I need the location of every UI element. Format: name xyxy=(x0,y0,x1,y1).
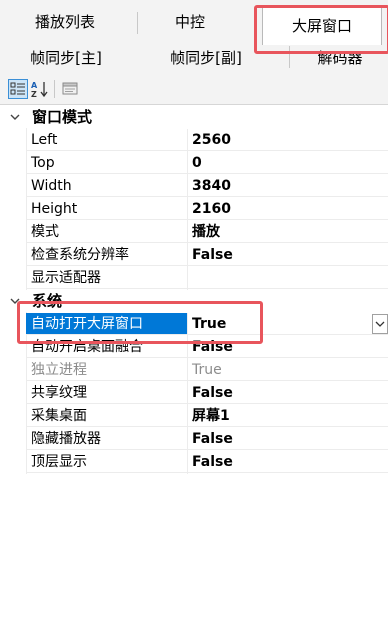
property-name: Left xyxy=(26,129,187,151)
property-value: True xyxy=(188,359,388,381)
property-value[interactable]: False xyxy=(188,244,388,266)
property-name: 采集桌面 xyxy=(26,405,187,427)
tab-big-screen-window[interactable]: 大屏窗口 xyxy=(262,6,382,45)
property-row-independent-process[interactable]: 独立进程 True xyxy=(0,359,388,382)
tab-row-2: 帧同步[主] 帧同步[副] 解码器 xyxy=(0,44,388,74)
property-row-height[interactable]: Height 2160 xyxy=(0,198,388,221)
property-row-auto-desktop-blend[interactable]: 自动开启桌面融合 False xyxy=(0,336,388,359)
property-name: 独立进程 xyxy=(26,359,187,381)
property-value[interactable]: False xyxy=(188,451,388,473)
property-value[interactable]: False xyxy=(188,336,388,358)
property-row-check-resolution[interactable]: 检查系统分辨率 False xyxy=(0,244,388,267)
property-grid: 窗口模式 Left 2560 Top 0 Width 3840 Height 2… xyxy=(0,106,388,625)
property-value[interactable]: 0 xyxy=(188,152,388,174)
svg-text:Z: Z xyxy=(31,90,37,99)
category-label: 窗口模式 xyxy=(32,108,93,126)
property-name: 隐藏播放器 xyxy=(26,428,187,450)
property-value[interactable]: 2560 xyxy=(188,129,388,151)
property-value[interactable]: 3840 xyxy=(188,175,388,197)
chevron-down-icon[interactable] xyxy=(9,111,21,123)
property-grid-toolbar: A Z xyxy=(0,74,388,105)
alphabetical-sort-icon: A Z xyxy=(31,81,48,99)
property-name: 自动开启桌面融合 xyxy=(26,336,187,358)
tab-separator xyxy=(137,12,138,34)
property-name: 顶层显示 xyxy=(26,451,187,473)
property-name: 自动打开大屏窗口 xyxy=(26,313,187,335)
category-window-mode[interactable]: 窗口模式 xyxy=(0,106,388,128)
property-name: Top xyxy=(26,152,187,174)
property-name: Width xyxy=(26,175,187,197)
property-value[interactable]: 播放 xyxy=(188,221,388,243)
chevron-down-icon xyxy=(375,321,385,327)
property-row-hide-player[interactable]: 隐藏播放器 False xyxy=(0,428,388,451)
property-value[interactable]: False xyxy=(188,382,388,404)
tab-row-1: 播放列表 中控 大屏窗口 xyxy=(0,6,388,45)
property-pages-button[interactable] xyxy=(60,79,80,99)
property-name: 检查系统分辨率 xyxy=(26,244,187,266)
tab-frame-sync-secondary[interactable]: 帧同步[副] xyxy=(146,44,266,72)
category-system[interactable]: 系统 xyxy=(0,290,388,312)
property-name: 显示适配器 xyxy=(26,267,187,289)
property-row-mode[interactable]: 模式 播放 xyxy=(0,221,388,244)
property-value[interactable]: 2160 xyxy=(188,198,388,220)
tab-decoder[interactable]: 解码器 xyxy=(300,44,380,72)
property-value[interactable]: True xyxy=(188,313,388,335)
property-row-topmost[interactable]: 顶层显示 False xyxy=(0,451,388,474)
tab-playlist[interactable]: 播放列表 xyxy=(10,8,120,36)
value-dropdown-button[interactable] xyxy=(372,314,388,334)
category-label: 系统 xyxy=(32,292,63,310)
tab-central-control[interactable]: 中控 xyxy=(150,8,230,36)
categorized-view-button[interactable] xyxy=(8,79,28,99)
property-row-top[interactable]: Top 0 xyxy=(0,152,388,175)
categorized-view-icon xyxy=(10,82,25,95)
property-value[interactable] xyxy=(188,267,388,289)
alphabetical-sort-button[interactable]: A Z xyxy=(30,79,50,99)
toolbar-separator xyxy=(54,80,55,98)
property-row-left[interactable]: Left 2560 xyxy=(0,129,388,152)
property-row-display-adapter[interactable]: 显示适配器 xyxy=(0,267,388,290)
property-pages-icon xyxy=(62,82,78,95)
tab-frame-sync-main[interactable]: 帧同步[主] xyxy=(6,44,126,72)
property-value[interactable]: False xyxy=(188,428,388,450)
svg-text:A: A xyxy=(31,81,38,90)
property-row-auto-open-big-screen[interactable]: 自动打开大屏窗口 True xyxy=(0,313,388,336)
property-row-capture-desktop[interactable]: 采集桌面 屏幕1 xyxy=(0,405,388,428)
property-name: Height xyxy=(26,198,187,220)
chevron-down-icon[interactable] xyxy=(9,295,21,307)
property-row-width[interactable]: Width 3840 xyxy=(0,175,388,198)
property-name: 共享纹理 xyxy=(26,382,187,404)
property-row-shared-texture[interactable]: 共享纹理 False xyxy=(0,382,388,405)
tab-separator xyxy=(289,46,290,68)
property-value[interactable]: 屏幕1 xyxy=(188,405,388,427)
tab-strip: 播放列表 中控 大屏窗口 帧同步[主] 帧同步[副] 解码器 xyxy=(0,0,388,74)
property-name: 模式 xyxy=(26,221,187,243)
